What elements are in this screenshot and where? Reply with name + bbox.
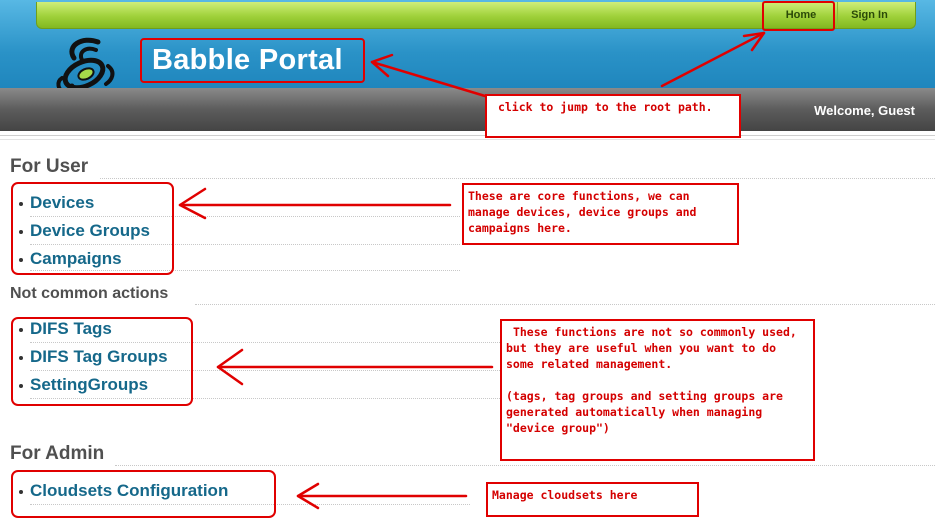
section-divider (100, 178, 935, 179)
section-title-admin: For Admin (10, 443, 105, 464)
section-divider (115, 465, 935, 466)
site-title: Babble Portal (152, 44, 343, 76)
welcome-message: Welcome, Guest (814, 103, 915, 118)
sign-in-button[interactable]: Sign In (837, 2, 901, 28)
user-links-highlight (11, 182, 174, 275)
header-status-bar (0, 88, 935, 131)
home-highlight-box (762, 1, 835, 31)
common-links-highlight (11, 317, 193, 406)
section-title-user: For User (10, 156, 89, 177)
callout-uncommon-functions: These functions are not so commonly used… (500, 319, 815, 461)
admin-links-highlight (11, 470, 276, 518)
header-divider-secondary (0, 139, 935, 140)
section-title-not-common: Not common actions (10, 285, 169, 302)
callout-cloudsets: Manage cloudsets here (486, 482, 699, 517)
callout-core-functions: These are core functions, we can manage … (462, 183, 739, 245)
section-divider (195, 304, 935, 305)
callout-home: click to jump to the root path. (485, 94, 741, 138)
header-divider (0, 135, 935, 136)
